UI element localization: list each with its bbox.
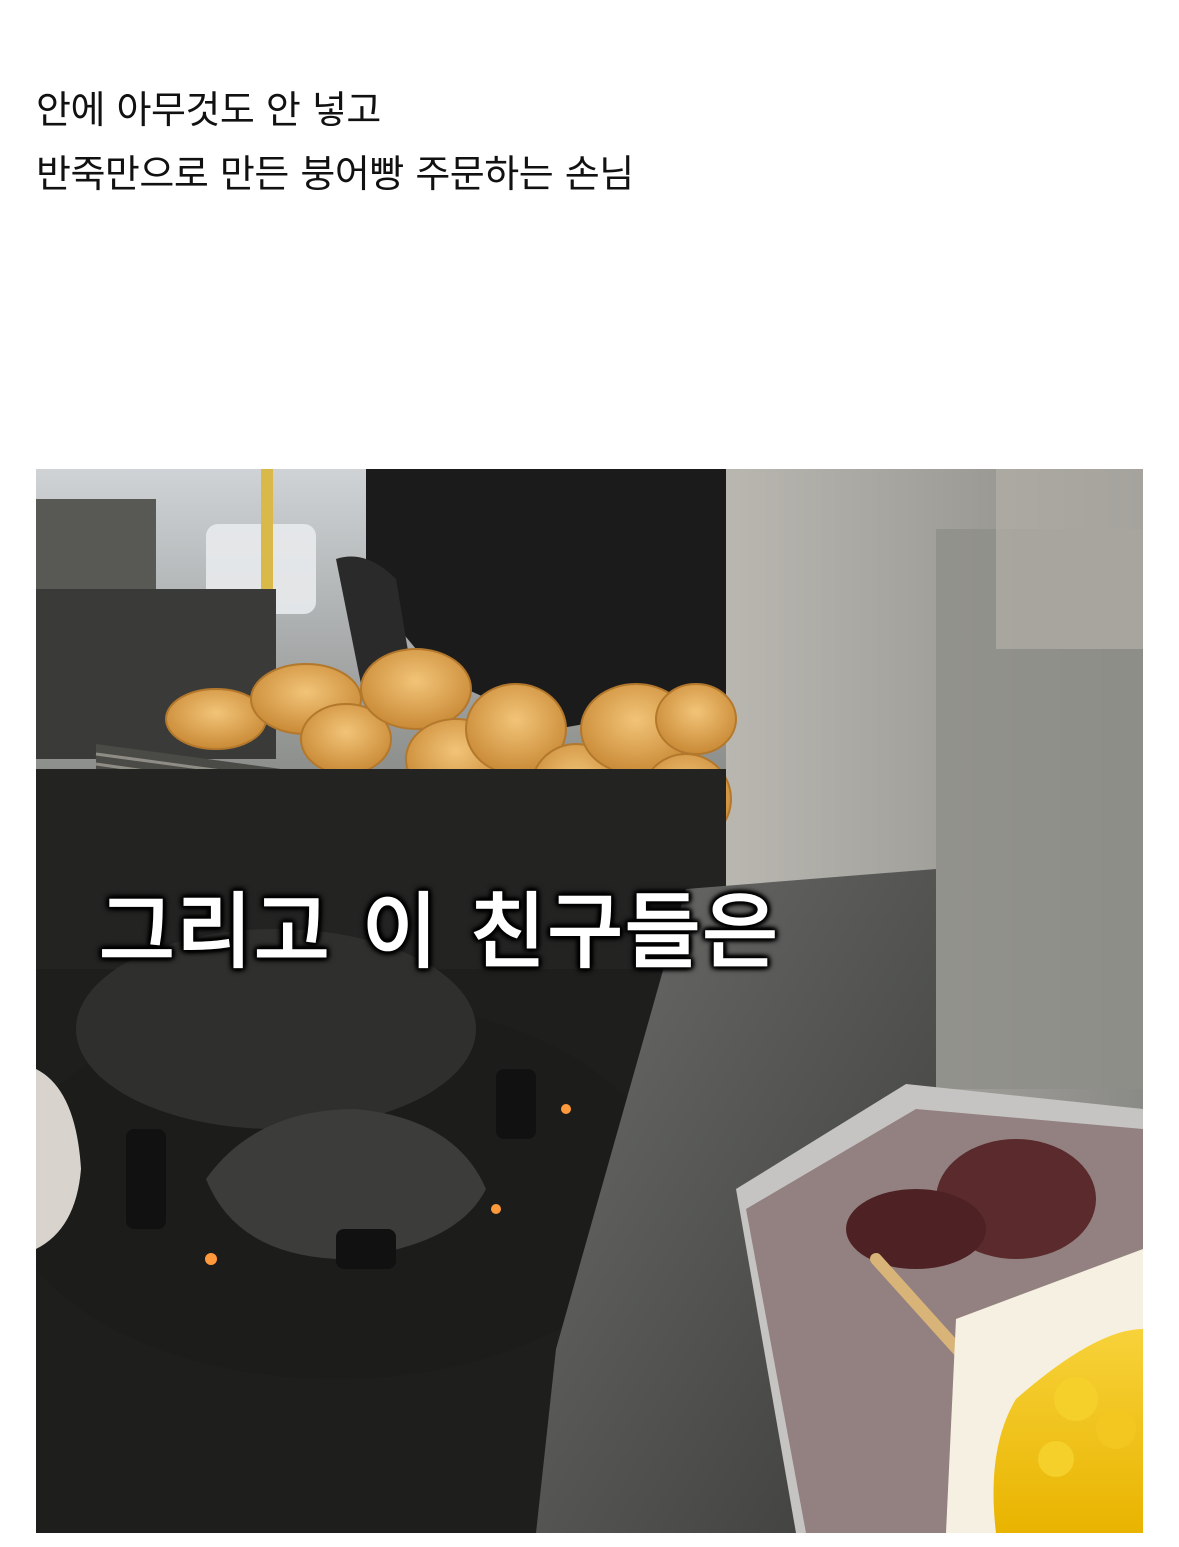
street-stall-photo [36, 469, 1143, 1533]
post-line-1: 안에 아무것도 안 넣고 [36, 88, 381, 132]
post-line-2: 반죽만으로 만든 붕어빵 주문하는 손님 [36, 152, 634, 196]
video-caption: 그리고 이 친구들은 [99, 885, 780, 980]
post-text: 안에 아무것도 안 넣고 반죽만으로 만든 붕어빵 주문하는 손님 [36, 78, 1136, 206]
video-frame[interactable]: 그리고 이 친구들은 [36, 469, 1143, 1533]
